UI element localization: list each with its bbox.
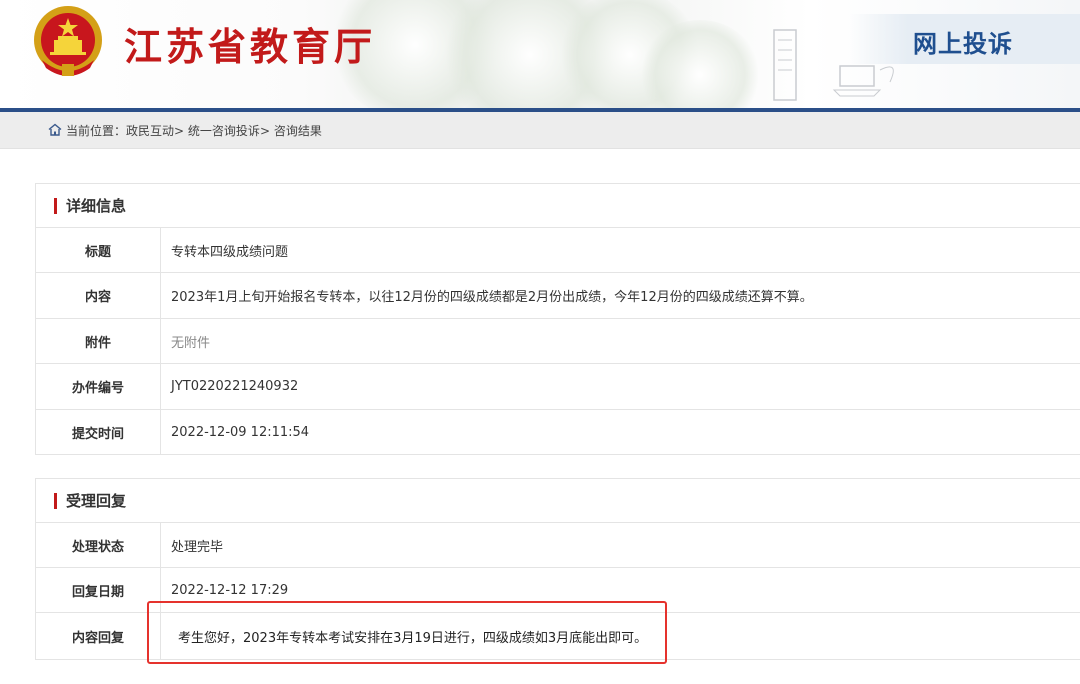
breadcrumb-item-interaction[interactable]: 政民互动: [126, 124, 174, 138]
details-row-case-number: 办件编号 JYT0220221240932: [36, 364, 1080, 410]
section-marker: [54, 197, 57, 214]
row-label: 回复日期: [36, 568, 161, 612]
details-panel-title: 详细信息: [66, 197, 127, 215]
details-row-submit-time: 提交时间 2022-12-09 12:11:54: [36, 410, 1080, 454]
section-marker: [54, 492, 57, 509]
row-label: 内容: [36, 273, 161, 318]
row-label: 内容回复: [36, 613, 161, 659]
breadcrumb-item-consult[interactable]: 统一咨询投诉: [188, 124, 260, 138]
reply-panel-header: 受理回复: [36, 479, 1080, 523]
site-title[interactable]: 江苏省教育厅: [124, 16, 376, 71]
details-panel-header: 详细信息: [36, 184, 1080, 228]
details-row-attachment: 附件 无附件: [36, 319, 1080, 364]
row-label: 提交时间: [36, 410, 161, 454]
row-label: 附件: [36, 319, 161, 363]
details-row-title: 标题 专转本四级成绩问题: [36, 228, 1080, 273]
row-label: 办件编号: [36, 364, 161, 409]
breadcrumb: 当前位置：政民互动> 统一咨询投诉> 咨询结果: [66, 122, 322, 139]
row-value: JYT0220221240932: [171, 379, 299, 394]
details-row-content: 内容 2023年1月上旬开始报名专转本，以往12月份的四级成绩都是2月份出成绩，…: [36, 273, 1080, 319]
row-value: 2023年1月上旬开始报名专转本，以往12月份的四级成绩都是2月份出成绩，今年1…: [171, 290, 813, 305]
home-icon: [48, 123, 62, 136]
online-complaint-label[interactable]: 网上投诉: [913, 24, 1013, 59]
reply-row-status: 处理状态 处理完毕: [36, 523, 1080, 568]
reply-panel-title: 受理回复: [66, 492, 127, 510]
row-value: 无附件: [171, 335, 211, 351]
site-header: 江苏省教育厅 网上投诉: [0, 0, 1080, 108]
row-value: 专转本四级成绩问题: [171, 244, 289, 260]
breadcrumb-prefix: 当前位置：: [66, 124, 127, 138]
breadcrumb-separator: >: [259, 124, 270, 138]
reply-content-text: 考生您好，2023年专转本考试安排在3月19日进行，四级成绩如3月底能出即可。: [178, 631, 648, 646]
national-emblem-icon[interactable]: [28, 2, 108, 82]
row-label: 标题: [36, 228, 161, 272]
details-panel: 详细信息 标题 专转本四级成绩问题 内容 2023年1月上旬开始报名专转本，以往…: [35, 183, 1080, 455]
row-label: 处理状态: [36, 523, 161, 567]
breadcrumb-separator: >: [174, 124, 185, 138]
breadcrumb-item-result: 咨询结果: [273, 124, 322, 138]
row-value: 2022-12-09 12:11:54: [171, 424, 310, 440]
row-value: 处理完毕: [171, 539, 224, 555]
